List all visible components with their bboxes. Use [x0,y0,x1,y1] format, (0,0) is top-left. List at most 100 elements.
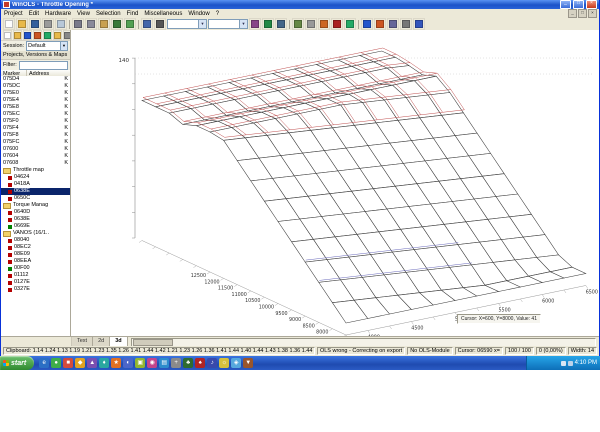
taskbar-app-4-icon[interactable]: ◆ [75,358,86,368]
map-item[interactable]: 08EC2 [1,244,70,251]
new-button[interactable] [3,18,15,30]
taskbar-app-15-icon[interactable]: ♪ [207,358,218,368]
taskbar-app-1-icon[interactable]: e [39,358,50,368]
map-item[interactable]: 0327E [1,286,70,293]
menu-item-selection[interactable]: Selection [93,11,124,17]
list-item[interactable]: 075EC K [1,111,70,118]
undo-button[interactable] [111,18,123,30]
export-file-button[interactable] [33,30,42,40]
list-item[interactable]: 07604 K [1,153,70,160]
scrollbar-thumb[interactable] [132,338,173,346]
map-item[interactable]: 04624 [1,174,70,181]
list-item[interactable]: 075F0 K [1,118,70,125]
compare-button[interactable] [331,18,343,30]
list-item[interactable]: 07608 K [1,160,70,167]
taskbar-app-7-icon[interactable]: ★ [111,358,122,368]
text-view-button[interactable] [154,18,166,30]
surface-plot[interactable]: 1404000450050005500600065008000850090009… [71,30,599,336]
menu-item-find[interactable]: Find [124,11,142,17]
tray-network-icon[interactable] [567,360,573,366]
menu-item-view[interactable]: View [74,11,93,17]
export-button[interactable] [374,18,386,30]
list-item[interactable]: 075E8 K [1,104,70,111]
taskbar-app-13-icon[interactable]: ♣ [183,358,194,368]
map-item[interactable]: 0638E [1,216,70,223]
maximize-button[interactable]: □ [573,0,584,9]
cut-button[interactable] [72,18,84,30]
redo-button[interactable] [124,18,136,30]
folder-item[interactable]: Torque Manag [1,202,70,209]
start-button[interactable]: start [0,356,35,370]
properties-button[interactable] [387,18,399,30]
menu-item-help[interactable]: ? [213,11,222,17]
list-item[interactable]: 075DC K [1,83,70,90]
taskbar-app-10-icon[interactable]: ◉ [147,358,158,368]
checksum-button[interactable] [344,18,356,30]
map-item[interactable]: 08EEA [1,258,70,265]
paste-button[interactable] [98,18,110,30]
list-item[interactable]: 075F4 K [1,125,70,132]
taskbar-app-14-icon[interactable]: ♠ [195,358,206,368]
map-item[interactable]: 0669E [1,223,70,230]
taskbar-app-11-icon[interactable]: ▤ [159,358,170,368]
close-button[interactable]: × [586,0,597,9]
taskbar-app-12-icon[interactable]: + [171,358,182,368]
session-combo[interactable]: Default ▼ [26,41,68,51]
plot-area[interactable]: 1404000450050005500600065008000850090009… [71,30,599,336]
mdi-restore-button[interactable]: □ [578,9,587,18]
filter-input[interactable] [18,60,68,70]
folder-view-button[interactable] [53,30,62,40]
taskbar-app-16-icon[interactable]: ☼ [219,358,230,368]
title-bar[interactable]: WinOLS - Throttle Opening * _ □ × [1,0,599,9]
map-item[interactable]: 00F00 [1,265,70,272]
taskbar-app-17-icon[interactable]: ◈ [231,358,242,368]
map-item[interactable]: 08E09 [1,251,70,258]
map-item[interactable]: 0638E [1,188,70,195]
copy-button[interactable] [85,18,97,30]
taskbar-app-6-icon[interactable]: ♦ [99,358,110,368]
import-file-button[interactable] [23,30,32,40]
mdi-minimize-button[interactable]: _ [568,9,577,18]
list-item[interactable]: 07600 K [1,146,70,153]
taskbar-app-9-icon[interactable]: ▣ [135,358,146,368]
tray-volume-icon[interactable] [560,360,566,366]
map-item[interactable]: 08040 [1,237,70,244]
mdi-close-button[interactable]: × [588,9,597,18]
address-combo[interactable]: ▼ [167,19,207,29]
list-view-button[interactable] [63,30,70,40]
list-item[interactable]: 075F8 K [1,132,70,139]
folder-item[interactable]: VANOS (16/1.. [1,230,70,237]
map-button[interactable] [318,18,330,30]
system-tray[interactable]: 4:10 PM [526,356,600,370]
value-combo[interactable]: ▼ [208,19,248,29]
map-item[interactable]: 0640D [1,209,70,216]
taskbar-app-8-icon[interactable]: ◐ [123,358,134,368]
find-button[interactable] [141,18,153,30]
view-3d-button[interactable] [262,18,274,30]
list-item[interactable]: 075FC K [1,139,70,146]
map-item[interactable]: 0650C [1,195,70,202]
map-item[interactable]: 01112 [1,272,70,279]
zoom-in-button[interactable] [275,18,287,30]
menu-item-edit[interactable]: Edit [26,11,42,17]
help-button[interactable] [413,18,425,30]
import-button[interactable] [361,18,373,30]
taskbar-app-5-icon[interactable]: ▲ [87,358,98,368]
open-button[interactable] [16,18,28,30]
open-project-button[interactable] [13,30,22,40]
minimize-button[interactable]: _ [560,0,571,9]
view-2d-button[interactable] [249,18,261,30]
settings-button[interactable] [400,18,412,30]
list-item[interactable]: 075E0 K [1,90,70,97]
save-button[interactable] [29,18,41,30]
list-item[interactable]: 075D4 K [1,76,70,83]
menu-item-miscellaneous[interactable]: Miscellaneous [141,11,185,17]
print-button[interactable] [42,18,54,30]
preview-button[interactable] [55,18,67,30]
list-item[interactable]: 075E4 K [1,97,70,104]
menu-item-project[interactable]: Project [1,11,26,17]
folder-item[interactable]: Throttle map [1,167,70,174]
zoom-out-button[interactable] [292,18,304,30]
menu-item-window[interactable]: Window [185,11,212,17]
refresh-button[interactable] [43,30,52,40]
